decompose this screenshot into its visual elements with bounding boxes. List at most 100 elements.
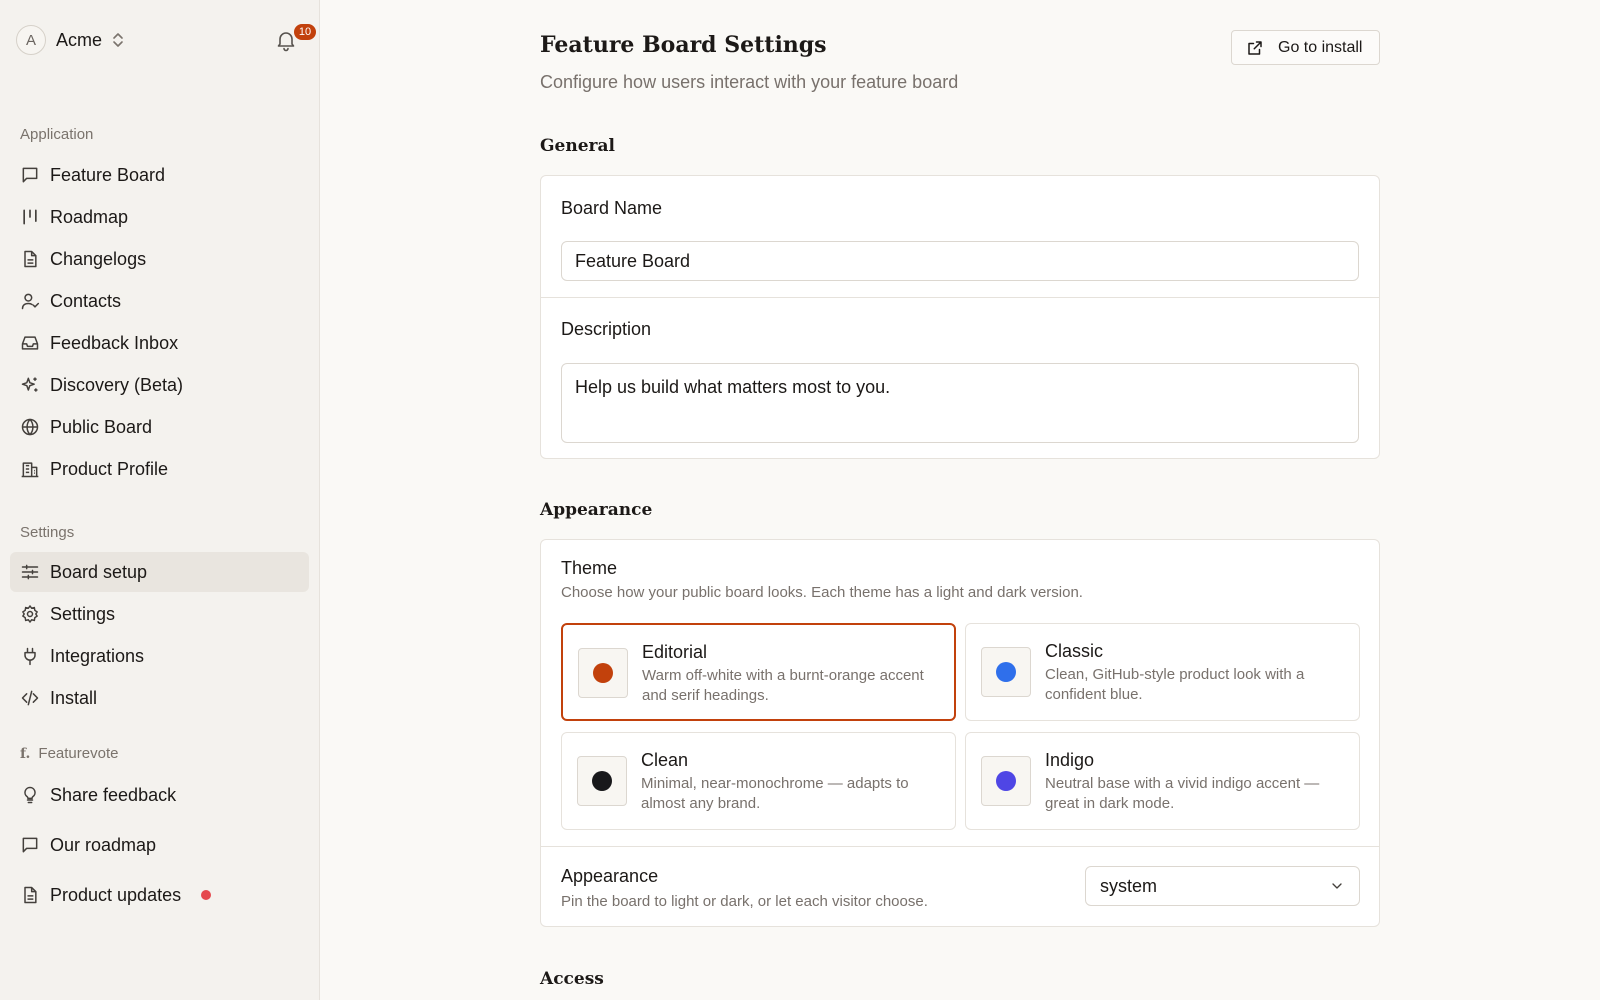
page-title: Feature Board Settings xyxy=(540,32,827,58)
sidebar-item-contacts[interactable]: Contacts xyxy=(10,281,309,321)
appearance-heading: Appearance xyxy=(540,500,653,520)
sidebar-item-product-profile[interactable]: Product Profile xyxy=(10,449,309,489)
theme-option-description: Minimal, near-monochrome — adapts to alm… xyxy=(641,775,909,812)
theme-color-dot xyxy=(592,771,612,791)
workspace-avatar: A xyxy=(16,25,46,55)
notification-count-badge: 10 xyxy=(294,24,316,40)
go-to-install-button[interactable]: Go to install xyxy=(1231,30,1380,65)
appearance-mode-select[interactable]: system xyxy=(1085,866,1360,906)
sidebar-item-label: Public Board xyxy=(50,416,153,437)
sidebar-item-label: Install xyxy=(50,687,98,708)
divider xyxy=(541,297,1379,298)
workspace-name: Acme xyxy=(56,29,103,50)
file-text-icon xyxy=(20,885,40,905)
inbox-icon xyxy=(20,333,40,353)
theme-option-indigo[interactable]: Indigo Neutral base with a vivid indigo … xyxy=(965,732,1360,830)
kanban-icon xyxy=(20,207,40,227)
sidebar-item-feature-board[interactable]: Feature Board xyxy=(10,155,309,195)
external-link-icon xyxy=(1248,40,1262,55)
sidebar-item-board-setup[interactable]: Board setup xyxy=(10,552,309,592)
sidebar-item-settings[interactable]: Settings xyxy=(10,594,309,634)
go-to-install-label: Go to install xyxy=(1278,38,1363,56)
sliders-icon xyxy=(20,562,40,582)
gear-icon xyxy=(20,604,40,624)
access-heading: Access xyxy=(540,969,604,989)
appearance-mode-description: Pin the board to light or dark, or let e… xyxy=(561,893,928,910)
sidebar-item-label: Roadmap xyxy=(50,206,129,227)
board-name-label: Board Name xyxy=(561,198,663,218)
workspace-switcher[interactable]: A Acme 10 xyxy=(16,24,316,56)
page-subtitle: Configure how users interact with your f… xyxy=(540,72,959,92)
chevrons-up-down-icon xyxy=(110,31,126,49)
theme-option-classic[interactable]: Classic Clean, GitHub-style product look… xyxy=(965,623,1360,721)
theme-option-description: Clean, GitHub-style product look with a … xyxy=(1045,666,1305,703)
sidebar: A Acme 10 Application Feature Board Road… xyxy=(0,0,320,1000)
sidebar-item-our-roadmap[interactable]: Our roadmap xyxy=(10,825,309,865)
sidebar-item-share-feedback[interactable]: Share feedback xyxy=(10,775,309,815)
sidebar-item-discovery[interactable]: Discovery (Beta) xyxy=(10,365,309,405)
sidebar-item-label: Changelogs xyxy=(50,248,147,269)
sidebar-item-integrations[interactable]: Integrations xyxy=(10,636,309,676)
featurevote-logo: f. xyxy=(20,745,31,762)
unread-dot xyxy=(201,890,212,900)
theme-swatch xyxy=(578,648,628,698)
application-section-label: Application xyxy=(20,126,94,143)
appearance-mode-value: system xyxy=(1100,875,1158,896)
description-label: Description xyxy=(561,319,652,339)
sidebar-item-install[interactable]: Install xyxy=(10,678,309,718)
chevron-down-icon xyxy=(1332,883,1342,889)
message-square-icon xyxy=(20,165,40,185)
appearance-mode-row: Appearance Pin the board to light or dar… xyxy=(541,846,1379,926)
notifications-button[interactable]: 10 xyxy=(274,24,316,52)
theme-option-name: Clean xyxy=(641,750,689,770)
theme-swatch xyxy=(981,647,1031,697)
appearance-mode-title: Appearance xyxy=(561,866,659,886)
sidebar-item-label: Settings xyxy=(50,603,116,624)
sidebar-item-label: Share feedback xyxy=(50,784,177,805)
theme-description: Choose how your public board looks. Each… xyxy=(561,584,1083,601)
plug-icon xyxy=(20,646,40,666)
sidebar-item-roadmap[interactable]: Roadmap xyxy=(10,197,309,237)
featurevote-section-label: f. Featurevote xyxy=(20,745,118,762)
sidebar-item-label: Feedback Inbox xyxy=(50,332,179,353)
theme-color-dot xyxy=(593,663,613,683)
theme-title: Theme xyxy=(561,558,618,578)
description-textarea[interactable]: Help us build what matters most to you. xyxy=(561,363,1359,443)
sidebar-item-label: Contacts xyxy=(50,290,122,311)
theme-color-dot xyxy=(996,771,1016,791)
sidebar-item-label: Board setup xyxy=(50,561,148,582)
code-icon xyxy=(20,688,40,708)
sidebar-item-label: Discovery (Beta) xyxy=(50,374,184,395)
theme-option-description: Warm off-white with a burnt-orange accen… xyxy=(642,667,924,704)
sidebar-item-label: Our roadmap xyxy=(50,834,157,855)
theme-color-dot xyxy=(996,662,1016,682)
message-square-icon xyxy=(20,835,40,855)
featurevote-label-text: Featurevote xyxy=(38,745,119,762)
general-heading: General xyxy=(540,136,615,156)
user-icon xyxy=(20,291,40,311)
theme-option-name: Indigo xyxy=(1045,750,1095,770)
theme-option-name: Classic xyxy=(1045,641,1104,661)
building-icon xyxy=(20,459,40,479)
appearance-card: Theme Choose how your public board looks… xyxy=(540,539,1380,927)
main-content: Feature Board Settings Configure how use… xyxy=(540,0,1380,1000)
sidebar-item-label: Integrations xyxy=(50,645,145,666)
theme-option-description: Neutral base with a vivid indigo accent … xyxy=(1045,775,1320,812)
theme-option-name: Editorial xyxy=(642,642,708,662)
settings-section-label: Settings xyxy=(20,524,75,541)
theme-option-editorial[interactable]: Editorial Warm off-white with a burnt-or… xyxy=(561,623,956,721)
sidebar-item-label: Product updates xyxy=(50,884,182,905)
globe-icon xyxy=(20,417,40,437)
sidebar-item-feedback-inbox[interactable]: Feedback Inbox xyxy=(10,323,309,363)
sparkles-icon xyxy=(20,375,40,395)
sidebar-item-product-updates[interactable]: Product updates xyxy=(10,875,309,915)
sidebar-item-changelogs[interactable]: Changelogs xyxy=(10,239,309,279)
theme-swatch xyxy=(577,756,627,806)
sidebar-item-label: Feature Board xyxy=(50,164,166,185)
sidebar-item-public-board[interactable]: Public Board xyxy=(10,407,309,447)
board-name-input[interactable] xyxy=(561,241,1359,281)
general-card: Board Name Description Help us build wha… xyxy=(540,175,1380,459)
theme-option-clean[interactable]: Clean Minimal, near-monochrome — adapts … xyxy=(561,732,956,830)
sidebar-item-label: Product Profile xyxy=(50,458,169,479)
theme-swatch xyxy=(981,756,1031,806)
